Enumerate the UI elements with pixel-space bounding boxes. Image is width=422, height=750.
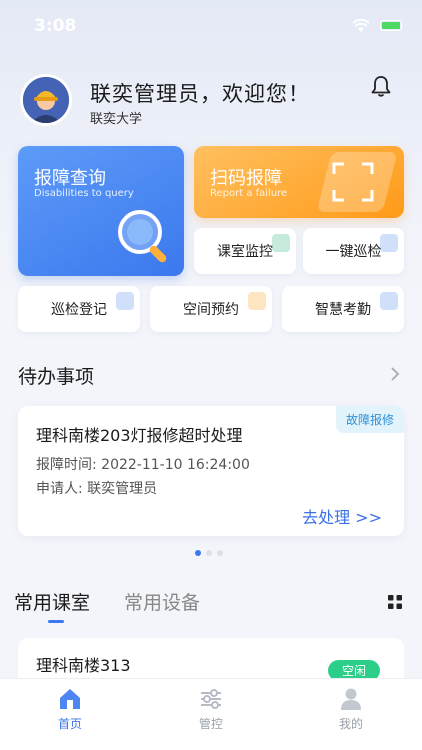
tabbar-control-label: 管控 [198, 717, 223, 731]
battery-icon [380, 20, 402, 31]
todo-report-time: 报障时间: 2022-11-10 16:24:00 [36, 457, 250, 473]
user-header: 联奕管理员，欢迎您！ 联奕大学 [20, 74, 406, 130]
space-booking-button[interactable]: 空间预约 [150, 286, 272, 332]
bottom-tab-bar: 首页 管控 我的 [0, 678, 422, 750]
handle-todo-link[interactable]: 去处理 >> [302, 504, 382, 528]
scan-frame-icon [332, 162, 374, 202]
carousel-dot [206, 550, 212, 556]
smart-attendance-button[interactable]: 智慧考勤 [282, 286, 404, 332]
bell-icon[interactable] [370, 74, 392, 102]
one-click-patrol-button[interactable]: 一键巡检 [303, 228, 404, 274]
one-click-patrol-label: 一键巡检 [325, 244, 382, 260]
todo-section-title: 待办事项 [18, 366, 95, 388]
tabbar-home[interactable]: 首页 [30, 687, 110, 732]
carousel-dot [217, 550, 223, 556]
tabbar-mine-label: 我的 [338, 717, 363, 731]
scan-report-card[interactable]: 扫码报障 Report a failure [194, 146, 404, 218]
scan-report-title: 扫码报障 [210, 168, 282, 189]
status-bar: 3:08 [0, 0, 422, 52]
todo-applicant: 申请人: 联奕管理员 [36, 481, 158, 497]
register-icon [116, 292, 134, 310]
greeting-text: 联奕管理员，欢迎您！ [90, 82, 310, 106]
patrol-register-label: 巡检登记 [51, 302, 107, 318]
home-icon [60, 689, 80, 709]
magnifier-icon [118, 210, 167, 263]
space-booking-label: 空间预约 [183, 302, 239, 318]
wifi-icon [352, 18, 370, 37]
smart-attendance-label: 智慧考勤 [315, 302, 371, 318]
carousel-indicator [195, 550, 223, 556]
classroom-monitor-button[interactable]: 课室监控 [194, 228, 296, 274]
todo-card[interactable]: 理科南楼203灯报修超时处理 故障报修 报障时间: 2022-11-10 16:… [18, 406, 404, 536]
grid-icon[interactable] [388, 594, 402, 613]
scan-report-subtitle: Report a failure [210, 188, 288, 199]
booking-icon [248, 292, 266, 310]
patrol-register-button[interactable]: 巡检登记 [18, 286, 140, 332]
classroom-name: 理科南楼313 [36, 656, 131, 675]
monitor-icon [272, 234, 290, 252]
worker-avatar-icon [23, 77, 69, 123]
tab-common-classrooms[interactable]: 常用课室 [14, 588, 90, 615]
active-tab-indicator [48, 620, 64, 623]
report-query-card[interactable]: 报障查询 Disabilities to query [18, 146, 184, 276]
tab-common-devices[interactable]: 常用设备 [124, 588, 200, 615]
tabbar-home-label: 首页 [57, 717, 82, 731]
tabbar-mine[interactable]: 我的 [311, 687, 391, 732]
classroom-monitor-label: 课室监控 [217, 244, 273, 260]
user-icon [341, 688, 361, 710]
sliders-icon [201, 689, 221, 709]
report-query-title: 报障查询 [34, 168, 106, 189]
organization-name: 联奕大学 [90, 112, 143, 127]
patrol-icon [380, 234, 398, 252]
carousel-dot [195, 550, 201, 556]
todo-type-badge: 故障报修 [335, 406, 404, 433]
tabbar-control[interactable]: 管控 [171, 687, 251, 732]
status-time: 3:08 [34, 16, 77, 36]
todo-title: 理科南楼203灯报修超时处理 [36, 426, 243, 445]
chevron-right-icon[interactable] [390, 366, 400, 386]
report-query-subtitle: Disabilities to query [34, 188, 134, 199]
avatar[interactable] [20, 74, 72, 126]
attendance-icon [380, 292, 398, 310]
